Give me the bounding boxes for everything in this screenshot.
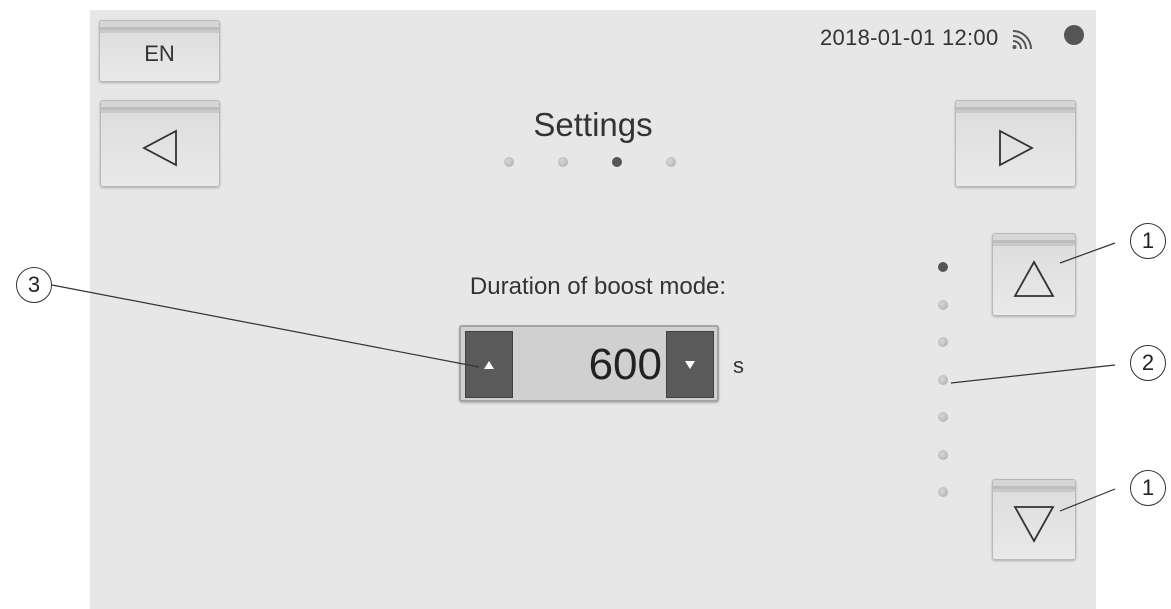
callout-3-number: 3 bbox=[27, 272, 41, 297]
callout-1-bottom: 1 bbox=[1130, 470, 1166, 506]
callout-1-bottom-number: 1 bbox=[1141, 475, 1155, 500]
callout-2: 2 bbox=[1130, 345, 1166, 381]
callout-1-top-number: 1 bbox=[1141, 228, 1155, 253]
callout-1-top: 1 bbox=[1130, 223, 1166, 259]
callout-3: 3 bbox=[16, 267, 52, 303]
callout-leader-lines bbox=[51, 242, 1116, 512]
callout-2-number: 2 bbox=[1141, 350, 1155, 375]
